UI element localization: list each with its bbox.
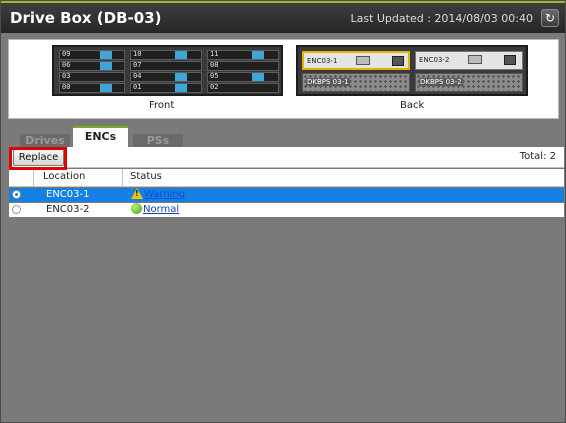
slot-number: 04 xyxy=(133,72,142,80)
drive-slot[interactable]: 11 xyxy=(207,50,279,60)
drive-slot[interactable]: 00 xyxy=(59,83,125,93)
slot-led xyxy=(100,51,112,59)
enc-label: ENC03-1 xyxy=(307,57,338,65)
port-icon xyxy=(468,55,482,64)
refresh-icon[interactable]: ↻ xyxy=(541,9,559,27)
slot-led xyxy=(252,73,264,81)
front-label: Front xyxy=(149,100,175,111)
status-link[interactable]: Warning xyxy=(144,189,185,200)
drive-slot[interactable]: 02 xyxy=(207,83,279,93)
back-view[interactable]: ENC03-1 ENC03-2 DKBPS 03-1 DKBPS 03-2 xyxy=(296,45,528,96)
column-divider xyxy=(33,169,34,187)
title-bar: Drive Box (DB-03) Last Updated : 2014/08… xyxy=(1,1,565,33)
tab-encs[interactable]: ENCs xyxy=(73,126,128,148)
column-header-location[interactable]: Location xyxy=(43,171,85,182)
port-icon xyxy=(356,56,370,65)
normal-status-icon xyxy=(131,203,142,214)
power-supply[interactable]: DKBPS 03-2 xyxy=(415,73,523,92)
drive-box-window: Drive Box (DB-03) Last Updated : 2014/08… xyxy=(0,0,566,423)
port-icon xyxy=(392,56,404,66)
drive-slot[interactable]: 09 xyxy=(59,50,125,60)
drive-slot[interactable]: 05 xyxy=(207,72,279,82)
replace-button-highlight xyxy=(9,147,67,170)
tab-drives[interactable]: Drives xyxy=(20,134,70,148)
status-cell: Normal xyxy=(131,203,179,215)
slot-number: 08 xyxy=(210,61,219,69)
table-header: Location Status xyxy=(9,169,564,187)
drive-slot[interactable]: 01 xyxy=(130,83,202,93)
enc-module[interactable]: ENC03-2 xyxy=(415,51,523,70)
ps-label: DKBPS 03-1 xyxy=(306,78,350,86)
slot-number: 09 xyxy=(62,50,71,58)
slot-led xyxy=(252,51,264,59)
slot-number: 10 xyxy=(133,50,142,58)
slot-led xyxy=(100,84,112,92)
slot-led xyxy=(100,62,112,70)
table-row[interactable]: ENC03-1 Warning xyxy=(9,188,564,202)
power-supply[interactable]: DKBPS 03-1 xyxy=(302,73,410,92)
toolbar: Replace Total: 2 xyxy=(9,147,564,168)
total-count: Total: 2 xyxy=(519,151,556,162)
slot-number: 07 xyxy=(133,61,142,69)
status-cell: Warning xyxy=(131,188,185,200)
slot-led xyxy=(175,73,187,81)
status-link[interactable]: Normal xyxy=(143,204,179,215)
drive-slot[interactable]: 04 xyxy=(130,72,202,82)
slot-led xyxy=(175,84,187,92)
warning-icon xyxy=(131,188,143,199)
drive-slot[interactable]: 07 xyxy=(130,61,202,71)
column-divider xyxy=(122,169,123,187)
enc-list-panel: Replace Total: 2 Location Status ENC03-1… xyxy=(9,147,564,413)
table-row[interactable]: ENC03-2 Normal xyxy=(9,203,564,217)
slot-number: 01 xyxy=(133,83,142,91)
slot-led xyxy=(175,51,187,59)
drive-slot[interactable]: 03 xyxy=(59,72,125,82)
port-icon xyxy=(504,55,516,65)
slot-number: 05 xyxy=(210,72,219,80)
slot-number: 06 xyxy=(62,61,71,69)
slot-number: 11 xyxy=(210,50,219,58)
ps-label: DKBPS 03-2 xyxy=(419,78,463,86)
location-cell: ENC03-1 xyxy=(46,189,90,200)
slot-number: 00 xyxy=(62,83,71,91)
slot-number: 02 xyxy=(210,83,219,91)
back-label: Back xyxy=(400,100,425,111)
column-header-status[interactable]: Status xyxy=(130,171,162,182)
hardware-view-panel: 09 10 11 06 07 08 03 04 05 00 01 02 Fron… xyxy=(8,39,559,119)
drive-slot[interactable]: 10 xyxy=(130,50,202,60)
slot-number: 03 xyxy=(62,72,71,80)
last-updated-text: Last Updated : 2014/08/03 00:40 xyxy=(350,12,533,25)
location-cell: ENC03-2 xyxy=(46,204,90,215)
row-radio[interactable] xyxy=(12,190,21,199)
drive-slot[interactable]: 06 xyxy=(59,61,125,71)
row-radio[interactable] xyxy=(12,205,21,214)
tab-pss[interactable]: PSs xyxy=(133,134,183,148)
enc-module[interactable]: ENC03-1 xyxy=(302,51,410,70)
window-title: Drive Box (DB-03) xyxy=(10,9,162,27)
drive-slot[interactable]: 08 xyxy=(207,61,279,71)
enc-label: ENC03-2 xyxy=(419,56,450,64)
front-view[interactable]: 09 10 11 06 07 08 03 04 05 00 01 02 xyxy=(52,45,283,96)
